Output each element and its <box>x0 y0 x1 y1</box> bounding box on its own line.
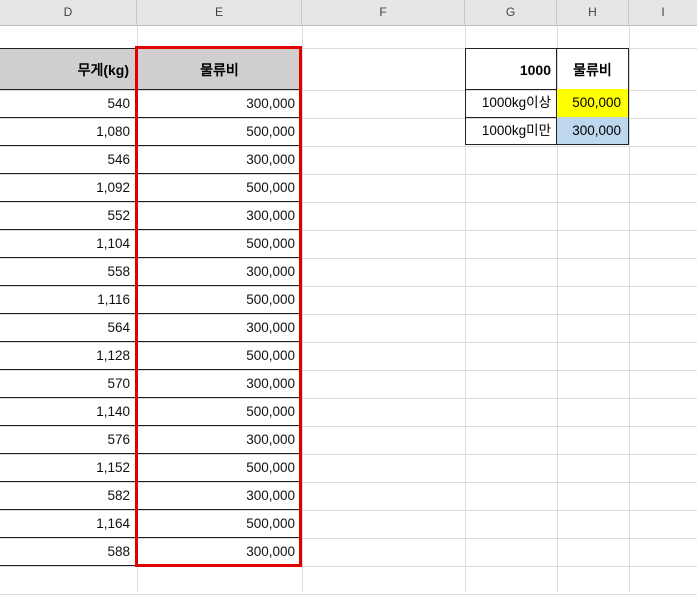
weight-cell[interactable]: 546 <box>0 146 137 174</box>
cost-cell[interactable]: 300,000 <box>137 538 302 566</box>
weight-cell[interactable]: 588 <box>0 538 137 566</box>
lookup-cost-header-cell[interactable]: 물류비 <box>556 48 629 90</box>
cost-cell[interactable]: 500,000 <box>137 286 302 314</box>
weight-cell[interactable]: 558 <box>0 258 137 286</box>
weight-cell[interactable]: 576 <box>0 426 137 454</box>
lookup-threshold-cell[interactable]: 1000 <box>465 48 557 90</box>
cost-cell[interactable]: 300,000 <box>137 258 302 286</box>
cost-header-cell[interactable]: 물류비 <box>137 48 302 90</box>
weight-cell[interactable]: 1,116 <box>0 286 137 314</box>
weight-cell[interactable]: 1,164 <box>0 510 137 538</box>
grid-vline <box>302 26 303 592</box>
lookup-under-label-cell[interactable]: 1000kg미만 <box>465 117 557 145</box>
cost-cell[interactable]: 300,000 <box>137 426 302 454</box>
column-header-h[interactable]: H <box>557 0 629 25</box>
cost-cell[interactable]: 500,000 <box>137 174 302 202</box>
cost-cell[interactable]: 500,000 <box>137 230 302 258</box>
cost-cell[interactable]: 500,000 <box>137 398 302 426</box>
cost-cell[interactable]: 300,000 <box>137 482 302 510</box>
weight-cell[interactable]: 1,092 <box>0 174 137 202</box>
lookup-over-label-cell[interactable]: 1000kg이상 <box>465 89 557 118</box>
column-header-d[interactable]: D <box>0 0 137 25</box>
cost-cell[interactable]: 500,000 <box>137 342 302 370</box>
weight-cell[interactable]: 1,080 <box>0 118 137 146</box>
cost-cell[interactable]: 300,000 <box>137 370 302 398</box>
lookup-over-value-cell[interactable]: 500,000 <box>556 89 629 118</box>
cost-cell[interactable]: 500,000 <box>137 454 302 482</box>
weight-cell[interactable]: 1,128 <box>0 342 137 370</box>
cost-cell[interactable]: 500,000 <box>137 118 302 146</box>
column-header-e[interactable]: E <box>137 0 302 25</box>
column-header-f[interactable]: F <box>302 0 465 25</box>
weight-cell[interactable]: 564 <box>0 314 137 342</box>
cost-cell[interactable]: 300,000 <box>137 146 302 174</box>
weight-header-cell[interactable]: 무게(kg) <box>0 48 137 90</box>
cost-cell[interactable]: 300,000 <box>137 314 302 342</box>
column-header-g[interactable]: G <box>465 0 557 25</box>
grid-hline <box>0 566 697 567</box>
weight-cell[interactable]: 540 <box>0 90 137 118</box>
cost-cell[interactable]: 300,000 <box>137 202 302 230</box>
grid-vline <box>629 26 630 592</box>
cost-cell[interactable]: 500,000 <box>137 510 302 538</box>
weight-cell[interactable]: 1,104 <box>0 230 137 258</box>
weight-cell[interactable]: 582 <box>0 482 137 510</box>
lookup-under-value-cell[interactable]: 300,000 <box>556 117 629 145</box>
weight-cell[interactable]: 570 <box>0 370 137 398</box>
weight-cell[interactable]: 552 <box>0 202 137 230</box>
cost-cell[interactable]: 300,000 <box>137 90 302 118</box>
weight-cell[interactable]: 1,152 <box>0 454 137 482</box>
column-header-i[interactable]: I <box>629 0 697 25</box>
weight-cell[interactable]: 1,140 <box>0 398 137 426</box>
